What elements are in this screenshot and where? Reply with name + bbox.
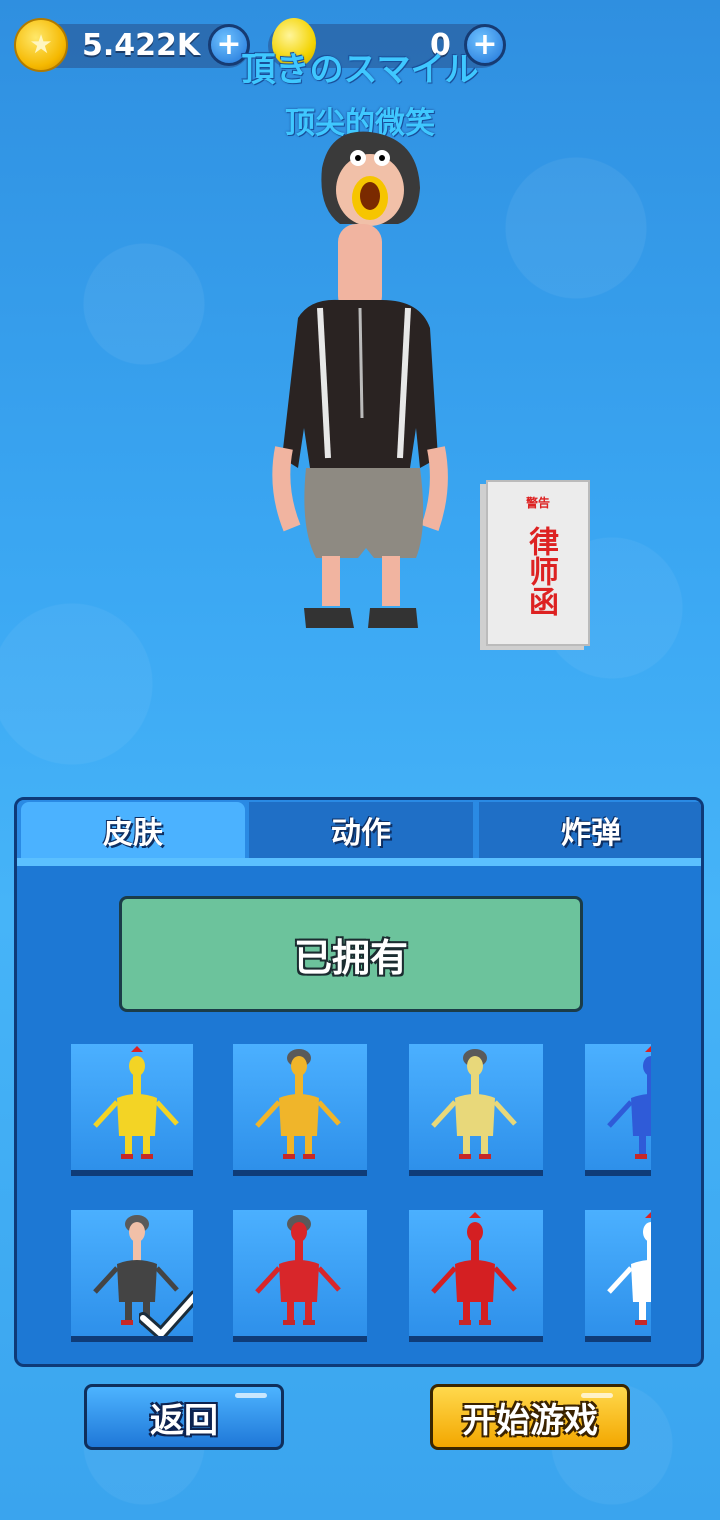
skin-slot[interactable] <box>233 1044 367 1176</box>
lawyer-letter-prop: 警告 律师函 <box>486 480 590 646</box>
start-game-button[interactable]: 开始游戏 <box>430 1384 630 1450</box>
character-preview[interactable] <box>270 128 450 648</box>
skin-name-jp: 頂きのスマイル <box>241 50 479 90</box>
book-label: 警告 <box>525 496 550 510</box>
checkmark-icon <box>139 1290 193 1336</box>
back-button-label: 返回 <box>150 1400 218 1441</box>
skin-grid <box>17 800 701 1364</box>
back-button[interactable]: 返回 <box>84 1384 284 1450</box>
skin-slot[interactable] <box>409 1044 543 1176</box>
skin-slot[interactable] <box>71 1210 193 1342</box>
skin-slot[interactable] <box>233 1210 367 1342</box>
skin-slot[interactable] <box>585 1210 651 1342</box>
skin-slot[interactable] <box>71 1044 193 1176</box>
button-shine <box>581 1393 613 1398</box>
shop-panel: 皮肤 动作 炸弹 已拥有 <box>14 797 704 1367</box>
button-shine <box>235 1393 267 1398</box>
start-game-label: 开始游戏 <box>462 1400 598 1441</box>
skin-slot[interactable] <box>409 1210 543 1342</box>
skin-slot[interactable] <box>585 1044 651 1176</box>
book-title: 律师函 <box>523 526 558 616</box>
